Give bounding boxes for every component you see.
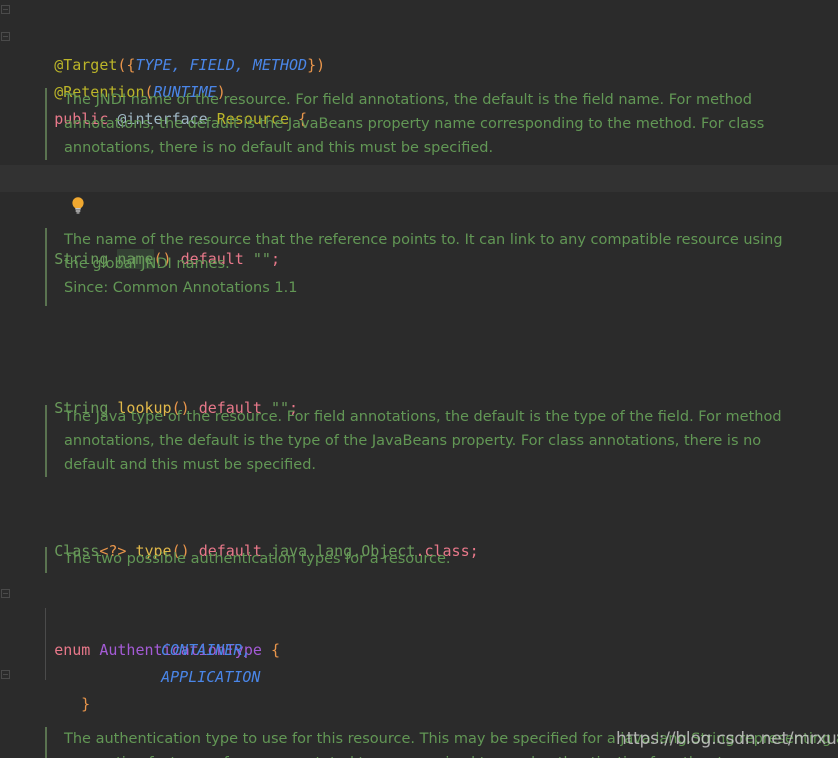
- javadoc-line: The name of the resource that the refere…: [64, 232, 783, 248]
- code-line-target: @Target({TYPE, FIELD, METHOD}): [0, 0, 838, 74]
- code-line-enum-const-container: CONTAINER,: [0, 610, 838, 659]
- javadoc-line: the global JNDI names.: [64, 256, 230, 272]
- code-line-enum-const-application: APPLICATION: [0, 637, 838, 686]
- code-line-type-method: Class<?> type() default java.lang.Object…: [0, 484, 838, 560]
- javadoc-line: default and this must be specified.: [64, 457, 317, 473]
- javadoc-block-name: The JNDI name of the resource. For field…: [45, 88, 764, 160]
- brace-close-enum: }: [81, 695, 91, 713]
- code-line-name-method: String name() default "";: [0, 165, 838, 269]
- javadoc-block-type: The Java type of the resource. For field…: [45, 405, 782, 477]
- code-line-declaration: public @interface Resource {: [0, 52, 838, 128]
- javadoc-line: annotations, there is no default and thi…: [64, 140, 494, 156]
- code-editor[interactable]: @Target({TYPE, FIELD, METHOD}) @Retentio…: [0, 0, 838, 758]
- javadoc-line: connection factory or for any annotated …: [64, 751, 838, 758]
- javadoc-line: The two possible authentication types fo…: [64, 551, 451, 567]
- javadoc-line: The JNDI name of the resource. For field…: [64, 92, 752, 108]
- javadoc-since-line: Since: Common Annotations 1.1: [64, 280, 298, 296]
- javadoc-line: The authentication type to use for this …: [64, 731, 838, 747]
- code-line-lookup-method: String lookup() default "";: [0, 341, 838, 417]
- code-line-retention: @Retention(RUNTIME): [0, 25, 838, 101]
- javadoc-line: annotations, the default is the type of …: [64, 433, 762, 449]
- javadoc-block-auth: The authentication type to use for this …: [45, 727, 838, 758]
- javadoc-block-enum: The two possible authentication types fo…: [45, 547, 451, 573]
- javadoc-line: The Java type of the resource. For field…: [64, 409, 782, 425]
- code-line-enum-declaration: enum AuthenticationType {: [0, 583, 838, 659]
- javadoc-line: annotations, the default is the JavaBean…: [64, 116, 765, 132]
- code-line-enum-close: }: [0, 664, 838, 713]
- javadoc-block-lookup: The name of the resource that the refere…: [45, 228, 783, 306]
